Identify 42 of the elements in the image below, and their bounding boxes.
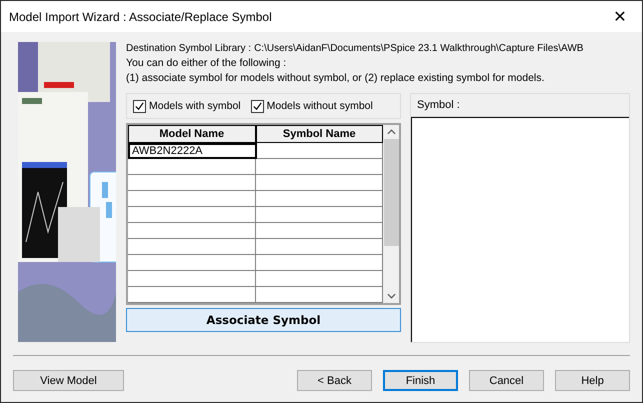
instruction-text: (1) associate symbol for models without symbol, or (2) replace existing symbol for models.	[126, 72, 546, 84]
table-cell[interactable]	[256, 271, 383, 287]
table-cell[interactable]	[128, 207, 256, 223]
table-cell[interactable]: AWB2N2222A	[128, 143, 257, 159]
associate-symbol-button[interactable]: Associate Symbol	[126, 308, 401, 332]
table-cell[interactable]	[128, 239, 256, 255]
table-cell[interactable]	[256, 191, 383, 207]
close-button[interactable]: ✕	[598, 2, 642, 32]
scrollbar[interactable]	[383, 125, 399, 303]
window-title: Model Import Wizard : Associate/Replace Symbol	[9, 10, 272, 24]
column-header[interactable]: Symbol Name	[256, 125, 383, 143]
dialog-button[interactable]: Help	[555, 370, 630, 391]
scroll-down-icon[interactable]	[386, 293, 396, 299]
checkbox[interactable]	[250, 100, 264, 112]
checkbox-label[interactable]: Models without symbol	[266, 100, 373, 112]
scroll-up-icon[interactable]	[386, 129, 396, 135]
table-cell[interactable]	[256, 159, 383, 175]
table-cell[interactable]	[257, 143, 383, 159]
symbol-label: Symbol :	[417, 99, 460, 111]
table-cell[interactable]	[128, 175, 256, 191]
instruction-text: You can do either of the following :	[126, 57, 288, 69]
table-cell[interactable]	[256, 255, 383, 271]
column-header[interactable]: Model Name	[128, 125, 256, 143]
table-cell[interactable]	[128, 271, 256, 287]
dialog-button[interactable]: Finish	[383, 370, 458, 391]
table-cell[interactable]	[256, 239, 383, 255]
dialog-button[interactable]: < Back	[297, 370, 372, 391]
table-cell[interactable]	[256, 223, 383, 239]
view-model-button[interactable]: View Model	[13, 370, 124, 391]
destination-label: Destination Symbol Library :	[126, 43, 252, 54]
checkbox[interactable]	[133, 100, 146, 112]
table-cell[interactable]	[128, 287, 256, 303]
table-cell[interactable]	[128, 191, 256, 207]
dialog-button[interactable]: Cancel	[469, 370, 544, 391]
table-cell[interactable]	[128, 255, 256, 271]
table-cell[interactable]	[128, 223, 256, 239]
destination-path: C:\Users\AidanF\Documents\PSpice 23.1 Walkthrough\Capture Files\AWB	[254, 43, 584, 54]
checkbox-label[interactable]: Models with symbol	[149, 100, 241, 112]
table-cell[interactable]	[128, 159, 256, 175]
table-cell[interactable]	[256, 207, 383, 223]
table-cell[interactable]	[256, 287, 383, 303]
table-cell[interactable]	[256, 175, 383, 191]
